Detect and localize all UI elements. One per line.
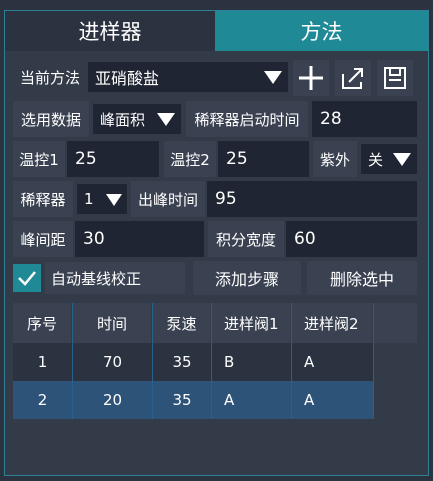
table-header-index: 序号 xyxy=(13,303,71,343)
data-select[interactable]: 峰面积 xyxy=(93,104,181,134)
table-divider xyxy=(373,303,374,419)
integral-width-label: 积分宽度 xyxy=(208,221,284,257)
current-method-label: 当前方法 xyxy=(13,59,87,95)
export-method-button[interactable] xyxy=(335,60,371,96)
method-select[interactable]: 亚硝酸盐 xyxy=(88,62,288,92)
plus-icon xyxy=(299,66,323,90)
peak-gap-input[interactable]: 30 xyxy=(75,221,204,257)
steps-table: 序号 时间 泵速 进样阀1 进样阀2 1 70 35 B A 2 20 35 A… xyxy=(13,303,417,419)
diluter-start-input[interactable]: 28 xyxy=(312,101,417,137)
table-row-2-index[interactable]: 2 xyxy=(13,381,72,419)
checkmark-icon xyxy=(18,271,36,286)
add-step-button[interactable]: 添加步骤 xyxy=(193,261,301,295)
auto-baseline-label: 自动基线校正 xyxy=(45,262,185,294)
save-icon xyxy=(384,67,406,89)
tab-method[interactable]: 方法 xyxy=(215,11,428,51)
table-row-2-valve1[interactable]: A xyxy=(212,381,291,419)
table-divider xyxy=(72,303,73,419)
table-divider xyxy=(211,303,212,419)
export-icon xyxy=(342,68,363,89)
diluter-select-value: 1 xyxy=(84,190,94,208)
table-divider xyxy=(152,303,153,419)
table-header-time: 时间 xyxy=(73,303,151,343)
table-row-2-valve2[interactable]: A xyxy=(292,381,373,419)
add-method-button[interactable] xyxy=(293,60,329,96)
tab-autosampler[interactable]: 进样器 xyxy=(5,11,215,51)
diluter-start-label: 稀释器启动时间 xyxy=(186,101,308,137)
peak-gap-label: 峰间距 xyxy=(13,221,73,257)
chevron-down-icon xyxy=(106,194,122,206)
method-select-value: 亚硝酸盐 xyxy=(95,69,160,88)
table-row-1-valve1[interactable]: B xyxy=(212,343,291,381)
save-method-button[interactable] xyxy=(377,60,413,96)
table-header-pump: 泵速 xyxy=(153,303,210,343)
temp2-input[interactable]: 25 xyxy=(218,141,309,177)
diluter-label: 稀释器 xyxy=(13,181,73,217)
table-row-2-pump[interactable]: 35 xyxy=(153,381,211,419)
temp1-input[interactable]: 25 xyxy=(67,141,159,177)
uv-select[interactable]: 关 xyxy=(361,144,417,174)
diluter-select[interactable]: 1 xyxy=(77,184,127,214)
table-header-filler xyxy=(374,303,417,343)
auto-baseline-checkbox[interactable] xyxy=(13,264,41,292)
chevron-down-icon xyxy=(264,71,282,84)
table-row-1-pump[interactable]: 35 xyxy=(153,343,211,381)
uv-select-value: 关 xyxy=(368,150,384,169)
table-row-2-time[interactable]: 20 xyxy=(73,381,152,419)
data-select-value: 峰面积 xyxy=(100,110,146,129)
table-row-1-index[interactable]: 1 xyxy=(13,343,72,381)
chevron-down-icon xyxy=(157,113,175,126)
peak-time-label: 出峰时间 xyxy=(131,181,205,217)
integral-width-input[interactable]: 60 xyxy=(286,221,417,257)
table-row-1-time[interactable]: 70 xyxy=(73,343,152,381)
temp2-label: 温控2 xyxy=(164,141,216,177)
table-row-1-valve2[interactable]: A xyxy=(292,343,373,381)
uv-label: 紫外 xyxy=(313,141,357,177)
delete-selected-button[interactable]: 删除选中 xyxy=(307,261,417,295)
table-header-valve1: 进样阀1 xyxy=(212,303,290,343)
temp1-label: 温控1 xyxy=(13,141,65,177)
chevron-down-icon xyxy=(393,153,411,166)
table-divider xyxy=(291,303,292,419)
table-header-valve2: 进样阀2 xyxy=(292,303,372,343)
data-select-label: 选用数据 xyxy=(13,101,89,137)
peak-time-input[interactable]: 95 xyxy=(207,181,417,217)
